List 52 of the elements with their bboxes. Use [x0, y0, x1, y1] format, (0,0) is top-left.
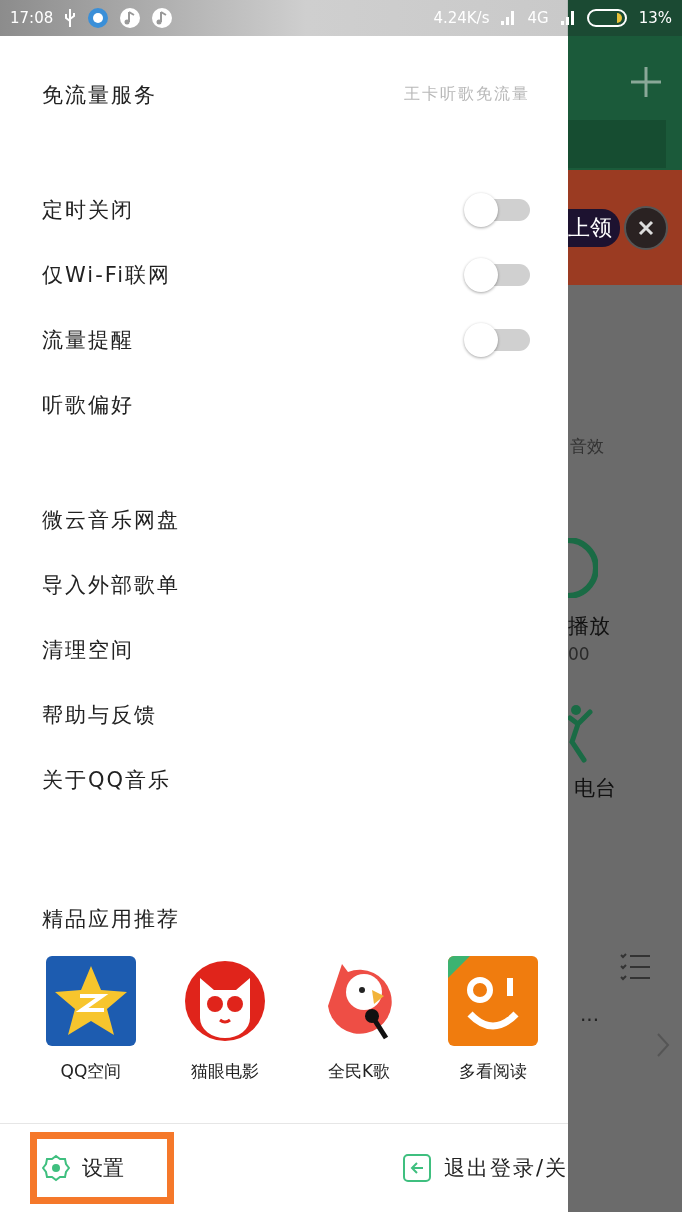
banner-text: 上领	[568, 208, 620, 247]
star-app-icon[interactable]	[46, 956, 136, 1046]
smile-app-icon[interactable]	[448, 956, 538, 1046]
toggle-switch[interactable]	[464, 322, 530, 357]
close-button[interactable]	[624, 205, 668, 250]
close-icon	[638, 219, 654, 236]
app-label[interactable]: QQ空间	[60, 1060, 122, 1083]
toggle-switch[interactable]	[464, 257, 530, 292]
plus-icon[interactable]	[630, 66, 662, 98]
app-label[interactable]: 猫眼电影	[191, 1060, 259, 1083]
battery-percent: 13%	[638, 9, 672, 27]
radio-label: 电台	[574, 775, 617, 802]
section-heading: 精品应用推荐	[41, 905, 181, 933]
menu-item[interactable]: 流量提醒	[0, 307, 568, 372]
app-label[interactable]: 多看阅读	[459, 1060, 527, 1083]
menu-label: 清理空间	[42, 636, 135, 664]
menu-item[interactable]: 清理空间	[0, 617, 568, 682]
menu-label: 免流量服务	[42, 81, 158, 109]
menu-label: 听歌偏好	[42, 391, 135, 419]
menu-item[interactable]: 导入外部歌单	[0, 552, 568, 617]
menu-item[interactable]: 定时关闭	[0, 177, 568, 242]
ring-icon	[568, 538, 598, 598]
gear-icon	[42, 1154, 70, 1182]
menu-label: 导入外部歌单	[42, 571, 181, 599]
menu-label: 仅Wi-Fi联网	[42, 261, 173, 289]
menu-label: 帮助与反馈	[42, 701, 158, 729]
signal-icon	[558, 9, 577, 27]
usb-icon	[63, 8, 78, 28]
menu-label: 流量提醒	[42, 326, 135, 354]
menu-label: 微云音乐网盘	[42, 506, 181, 534]
music-note-icon	[119, 7, 142, 29]
menu-item[interactable]: 帮助与反馈	[0, 682, 568, 747]
menu-item[interactable]: 仅Wi-Fi联网	[0, 242, 568, 307]
menu-label: 关于QQ音乐	[42, 766, 173, 794]
settings-button[interactable]: 设置	[30, 1132, 174, 1204]
music-note-icon	[151, 7, 174, 29]
status-time: 17:08	[10, 9, 54, 27]
toggle-switch[interactable]	[464, 192, 530, 227]
menu-item[interactable]: 关于QQ音乐	[0, 747, 568, 812]
app-icon	[87, 7, 110, 29]
menu-item[interactable]: 微云音乐网盘	[0, 487, 568, 552]
menu-item[interactable]: 免流量服务 王卡听歌免流量	[0, 62, 568, 127]
menu-detail: 王卡听歌免流量	[404, 84, 530, 105]
menu-label: 定时关闭	[42, 196, 135, 224]
menu-item[interactable]: 听歌偏好	[0, 372, 568, 437]
effects-label: 音效	[570, 435, 605, 458]
logout-button[interactable]: 退出登录/关	[401, 1153, 568, 1183]
play-label: 播放	[568, 613, 611, 640]
play-count: 00	[568, 644, 591, 664]
battery-icon	[586, 8, 629, 28]
app-label[interactable]: 全民K歌	[327, 1060, 391, 1083]
list-icon[interactable]	[620, 952, 652, 982]
